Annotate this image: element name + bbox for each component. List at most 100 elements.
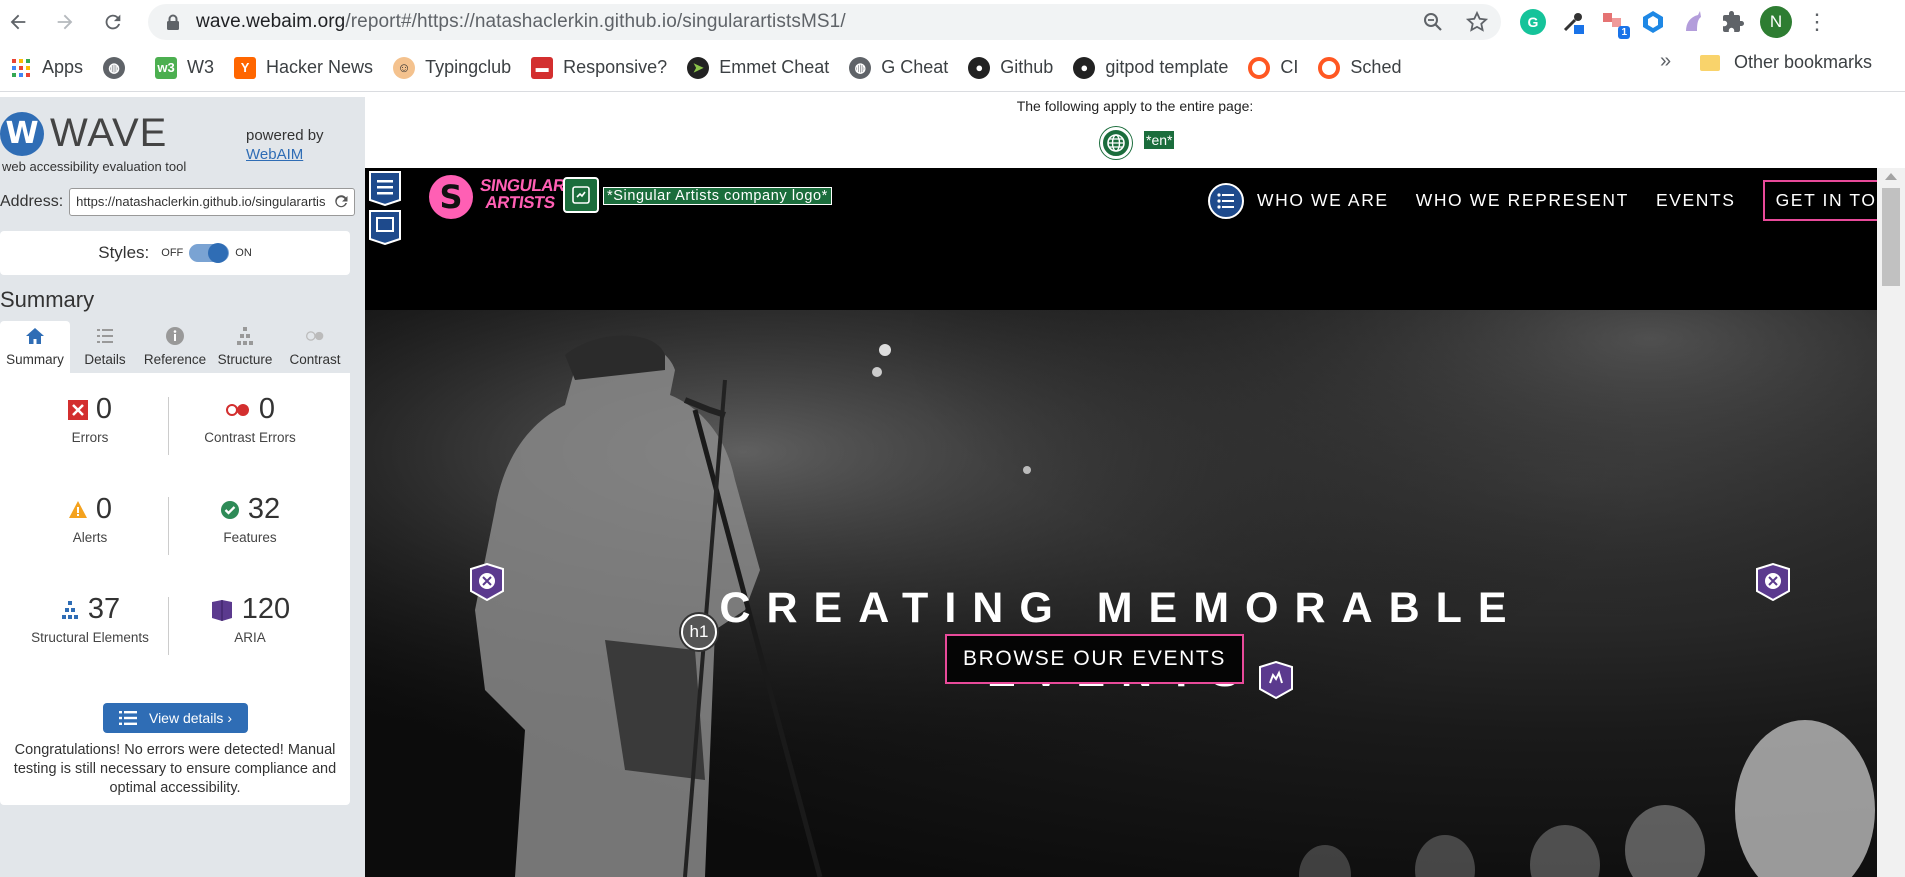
scroll-thumb[interactable] bbox=[1882, 188, 1900, 286]
bookmark-ci[interactable]: CI bbox=[1238, 52, 1308, 84]
tab-label: Structure bbox=[217, 352, 273, 367]
stat-contrast-errors[interactable]: 0 Contrast Errors bbox=[166, 393, 334, 445]
url-host: wave.webaim.org bbox=[196, 11, 346, 32]
back-arrow-icon[interactable] bbox=[0, 4, 36, 40]
tab-reference[interactable]: Reference bbox=[140, 321, 210, 373]
nav-who-we-represent[interactable]: WHO WE REPRESENT bbox=[1416, 190, 1629, 211]
nav-who-we-are[interactable]: WHO WE ARE bbox=[1257, 190, 1389, 211]
bookmark-typingclub[interactable]: ☺ Typingclub bbox=[383, 52, 521, 84]
eyedropper-icon[interactable] bbox=[1560, 9, 1586, 35]
bookmark-label: Github bbox=[1000, 57, 1054, 77]
scroll-up-arrow-icon[interactable] bbox=[1885, 173, 1897, 180]
hacker-news-icon: Y bbox=[234, 56, 257, 79]
responsive-icon: ▬ bbox=[531, 56, 554, 79]
hero-title-line1: CREATING MEMORABLE bbox=[719, 584, 1523, 632]
bookmark-star-icon[interactable] bbox=[1465, 10, 1489, 34]
aria-hidden-icon-right[interactable] bbox=[1755, 563, 1791, 601]
github-icon: ● bbox=[1073, 56, 1096, 79]
stat-label: Structural Elements bbox=[31, 630, 149, 645]
tab-label: Summary bbox=[6, 352, 64, 367]
styles-toggle[interactable] bbox=[189, 243, 230, 263]
stat-label: ARIA bbox=[234, 630, 266, 645]
stat-value: 37 bbox=[87, 593, 121, 625]
bookmark-apps[interactable]: Apps bbox=[0, 52, 93, 84]
tab-structure[interactable]: Structure bbox=[210, 321, 280, 373]
other-bookmarks[interactable]: Other bookmarks bbox=[1700, 52, 1872, 73]
hierarchy-icon bbox=[237, 327, 253, 345]
stat-label: Alerts bbox=[72, 530, 108, 545]
bookmark-label: Sched bbox=[1350, 57, 1402, 77]
bookmark-label: CI bbox=[1280, 57, 1299, 77]
bookmark-label: Apps bbox=[42, 57, 84, 77]
refresh-icon[interactable] bbox=[333, 194, 349, 210]
forward-arrow-icon[interactable] bbox=[47, 4, 83, 40]
aria-link-icon[interactable] bbox=[1258, 661, 1294, 699]
landmark-banner-icon[interactable] bbox=[368, 209, 402, 245]
view-details-button[interactable]: View details › bbox=[103, 703, 248, 733]
profile-avatar[interactable]: N bbox=[1760, 6, 1792, 38]
address-label: Address: bbox=[0, 193, 64, 210]
contrast-error-icon bbox=[225, 403, 249, 416]
bookmark-globe[interactable]: ◍ bbox=[93, 52, 145, 84]
bookmark-label: gitpod template bbox=[1105, 57, 1229, 77]
nav-events[interactable]: EVENTS bbox=[1656, 190, 1736, 211]
powered-by: powered by WebAIM bbox=[246, 126, 324, 164]
extension-red-icon[interactable]: 1 bbox=[1600, 9, 1630, 39]
contrast-icon bbox=[306, 331, 324, 341]
bookmark-github[interactable]: ● Github bbox=[958, 52, 1063, 84]
reload-icon[interactable] bbox=[95, 4, 131, 40]
stat-structural-elements[interactable]: 37 Structural Elements bbox=[6, 593, 174, 645]
linked-image-icon[interactable] bbox=[563, 177, 599, 213]
w3schools-icon: w3 bbox=[155, 56, 178, 79]
tab-contrast[interactable]: Contrast bbox=[280, 321, 350, 373]
address-input[interactable]: https://natashaclerkin.github.io/singula… bbox=[69, 188, 356, 216]
tab-summary[interactable]: Summary bbox=[0, 321, 70, 373]
bookmark-gitpod-template[interactable]: ● gitpod template bbox=[1063, 52, 1238, 84]
bookmark-emmet[interactable]: ➤ Emmet Cheat bbox=[677, 52, 839, 84]
bookmark-hacker-news[interactable]: Y Hacker News bbox=[224, 52, 383, 84]
toggle-knob bbox=[208, 243, 229, 263]
language-globe-icon[interactable] bbox=[1100, 127, 1132, 159]
zoom-icon[interactable] bbox=[1421, 10, 1445, 34]
grammarly-icon[interactable]: G bbox=[1520, 9, 1546, 35]
webaim-link[interactable]: WebAIM bbox=[246, 146, 303, 163]
h1-heading-icon[interactable]: h1 bbox=[681, 614, 717, 650]
wave-subtitle: web accessibility evaluation tool bbox=[2, 159, 187, 174]
bookmark-label: G Cheat bbox=[881, 57, 949, 77]
folder-icon bbox=[1700, 54, 1720, 71]
aria-hidden-icon-left[interactable] bbox=[469, 563, 505, 601]
language-tag: *en* bbox=[1144, 131, 1175, 149]
globe-icon: ◍ bbox=[103, 56, 126, 79]
unicorn-icon[interactable] bbox=[1680, 9, 1706, 35]
wave-logo[interactable]: W WAVE bbox=[0, 111, 167, 156]
stat-aria[interactable]: 120 ARIA bbox=[166, 593, 334, 645]
singular-artists-logo-icon[interactable]: S bbox=[427, 174, 475, 220]
list-icon bbox=[97, 329, 113, 343]
stat-alerts[interactable]: 0 Alerts bbox=[6, 493, 174, 545]
landmark-header-icon[interactable] bbox=[368, 170, 402, 206]
bookmark-responsive[interactable]: ▬ Responsive? bbox=[521, 52, 677, 84]
stat-features[interactable]: 32 Features bbox=[166, 493, 334, 545]
aria-cube-icon bbox=[211, 599, 232, 621]
preview-scrollbar[interactable] bbox=[1877, 168, 1905, 877]
applies-text: The following apply to the entire page: bbox=[1016, 98, 1254, 114]
tab-label: Details bbox=[84, 352, 126, 367]
bookmark-w3[interactable]: w3 W3 bbox=[145, 52, 224, 84]
extensions-puzzle-icon[interactable] bbox=[1720, 9, 1746, 35]
stat-value: 0 bbox=[95, 493, 113, 525]
stat-label: Features bbox=[223, 530, 277, 545]
bookmark-g-cheat[interactable]: ◍ G Cheat bbox=[839, 52, 958, 84]
stat-label: Errors bbox=[71, 430, 109, 445]
hexagon-extension-icon[interactable] bbox=[1640, 9, 1666, 35]
summary-heading: Summary bbox=[0, 287, 95, 312]
tab-details[interactable]: Details bbox=[70, 321, 140, 373]
bookmarks-more-chevron[interactable]: » bbox=[1660, 50, 1671, 73]
stat-errors[interactable]: 0 Errors bbox=[6, 393, 174, 445]
browse-events-button[interactable]: BROWSE OUR EVENTS bbox=[945, 634, 1244, 684]
navigation-landmark-icon[interactable] bbox=[1208, 182, 1244, 219]
wave-sidebar: W WAVE web accessibility evaluation tool… bbox=[0, 97, 365, 877]
browser-menu-icon[interactable]: ⋮ bbox=[1806, 11, 1828, 33]
bookmark-sched[interactable]: Sched bbox=[1308, 52, 1411, 84]
logo-line2: ARTISTS bbox=[484, 193, 557, 212]
address-bar[interactable]: wave.webaim.org/report#/https://natashac… bbox=[148, 4, 1501, 40]
